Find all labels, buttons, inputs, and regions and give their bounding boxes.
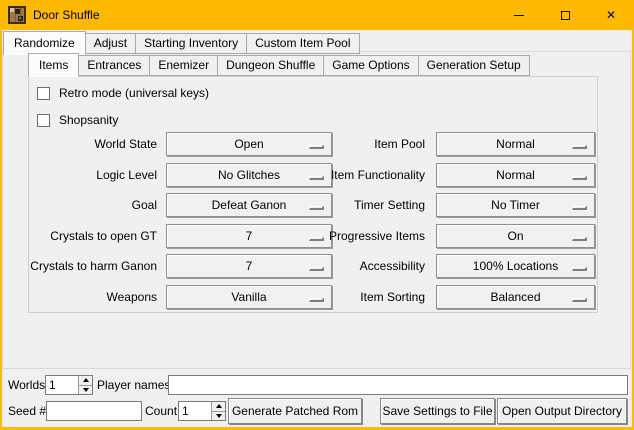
- player-names-label: Player names: [97, 375, 170, 395]
- up-arrow-icon: [216, 404, 222, 408]
- retro-mode-label: Retro mode (universal keys): [59, 86, 209, 100]
- worlds-value[interactable]: 1: [46, 376, 78, 394]
- dropdown-indicator-icon: [572, 267, 587, 271]
- player-names-input[interactable]: [168, 375, 628, 395]
- open-output-directory-button[interactable]: Open Output Directory: [497, 398, 627, 424]
- titlebar: Door Shuffle ✕: [0, 0, 634, 30]
- dropdown-indicator-icon: [572, 145, 587, 149]
- close-button[interactable]: ✕: [588, 0, 634, 30]
- worlds-label: Worlds: [8, 375, 45, 395]
- tab-enemizer[interactable]: Enemizer: [149, 55, 218, 76]
- maximize-button[interactable]: [542, 0, 588, 30]
- count-label: Count: [145, 401, 177, 421]
- checkbox-box[interactable]: [37, 114, 50, 127]
- count-value[interactable]: 1: [179, 402, 211, 420]
- spin-down-button[interactable]: [212, 412, 225, 421]
- timer-setting-label: Timer Setting: [255, 193, 425, 217]
- world-state-label: World State: [0, 132, 157, 156]
- item-sorting-dropdown[interactable]: Balanced: [436, 285, 595, 309]
- minimize-icon: [514, 15, 524, 16]
- tab-adjust[interactable]: Adjust: [85, 33, 136, 54]
- window-title: Door Shuffle: [33, 0, 100, 30]
- up-arrow-icon: [83, 378, 89, 382]
- tab-starting-inventory[interactable]: Starting Inventory: [135, 33, 247, 54]
- secondary-tab-bar: Items Entrances Enemizer Dungeon Shuffle…: [28, 53, 529, 76]
- client-area: Randomize Adjust Starting Inventory Cust…: [2, 30, 632, 427]
- seed-label: Seed #: [8, 401, 46, 421]
- item-sorting-label: Item Sorting: [255, 285, 425, 309]
- door-shuffle-window: Door Shuffle ✕ Randomize Adjust Starting…: [0, 0, 634, 430]
- spinner-arrows: [211, 402, 225, 420]
- progressive-items-dropdown[interactable]: On: [436, 224, 595, 248]
- maximize-icon: [561, 11, 570, 20]
- worlds-spinner[interactable]: 1: [45, 375, 93, 395]
- item-functionality-label: Item Functionality: [255, 163, 425, 187]
- close-icon: ✕: [606, 9, 616, 21]
- minimize-button[interactable]: [496, 0, 542, 30]
- items-pane: Retro mode (universal keys) Shopsanity W…: [28, 76, 598, 313]
- crystals-open-gt-label: Crystals to open GT: [0, 224, 157, 248]
- item-pool-label: Item Pool: [255, 132, 425, 156]
- down-arrow-icon: [83, 388, 89, 392]
- spinner-arrows: [78, 376, 92, 394]
- dropdown-value: On: [437, 225, 594, 247]
- checkbox-box[interactable]: [37, 87, 50, 100]
- crystals-harm-ganon-label: Crystals to harm Ganon: [0, 254, 157, 278]
- generate-patched-rom-button[interactable]: Generate Patched Rom: [228, 398, 362, 424]
- primary-tab-bar: Randomize Adjust Starting Inventory Cust…: [3, 31, 359, 54]
- dropdown-indicator-icon: [572, 298, 587, 302]
- dropdown-value: 100% Locations: [437, 255, 594, 277]
- spin-up-button[interactable]: [212, 402, 225, 412]
- dropdown-value: Normal: [437, 133, 594, 155]
- tab-items[interactable]: Items: [28, 53, 79, 77]
- tab-randomize[interactable]: Randomize: [3, 31, 86, 55]
- accessibility-label: Accessibility: [255, 254, 425, 278]
- tab-game-options[interactable]: Game Options: [323, 55, 418, 76]
- tab-custom-item-pool[interactable]: Custom Item Pool: [246, 33, 359, 54]
- tab-generation-setup[interactable]: Generation Setup: [418, 55, 530, 76]
- weapons-label: Weapons: [0, 285, 157, 309]
- count-spinner[interactable]: 1: [178, 401, 226, 421]
- shopsanity-checkbox[interactable]: Shopsanity: [37, 113, 118, 127]
- dropdown-indicator-icon: [572, 237, 587, 241]
- tab-dungeon-shuffle[interactable]: Dungeon Shuffle: [217, 55, 324, 76]
- window-controls: ✕: [496, 0, 634, 30]
- seed-input[interactable]: [46, 401, 142, 421]
- dropdown-indicator-icon: [572, 206, 587, 210]
- goal-label: Goal: [0, 193, 157, 217]
- retro-mode-checkbox[interactable]: Retro mode (universal keys): [37, 86, 209, 100]
- logic-level-label: Logic Level: [0, 163, 157, 187]
- dropdown-value: Balanced: [437, 286, 594, 308]
- shopsanity-label: Shopsanity: [59, 113, 118, 127]
- spin-up-button[interactable]: [79, 376, 92, 386]
- dropdown-value: No Timer: [437, 194, 594, 216]
- item-pool-dropdown[interactable]: Normal: [436, 132, 595, 156]
- item-functionality-dropdown[interactable]: Normal: [436, 163, 595, 187]
- down-arrow-icon: [216, 414, 222, 418]
- timer-setting-dropdown[interactable]: No Timer: [436, 193, 595, 217]
- save-settings-button[interactable]: Save Settings to File: [380, 398, 495, 424]
- door-icon: [8, 6, 26, 24]
- tab-entrances[interactable]: Entrances: [78, 55, 150, 76]
- spin-down-button[interactable]: [79, 386, 92, 395]
- dropdown-indicator-icon: [572, 176, 587, 180]
- progressive-items-label: Progressive Items: [255, 224, 425, 248]
- accessibility-dropdown[interactable]: 100% Locations: [436, 254, 595, 278]
- dropdown-value: Normal: [437, 164, 594, 186]
